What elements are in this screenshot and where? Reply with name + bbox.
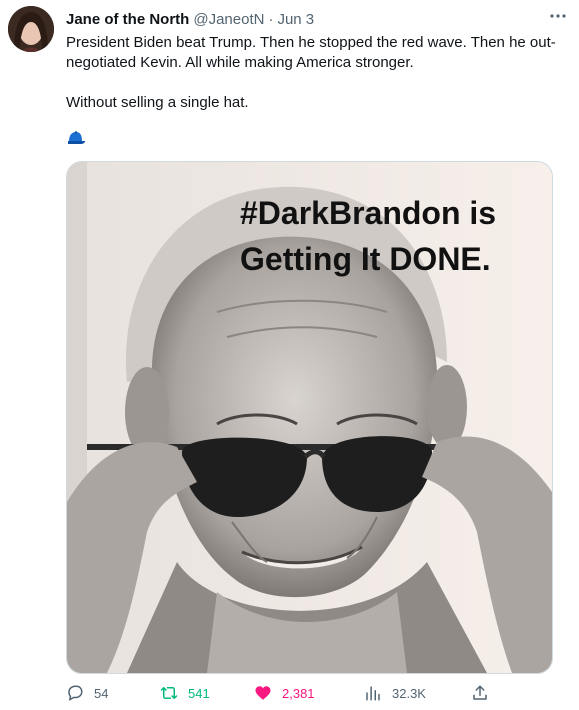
tweet-date[interactable]: Jun 3 [277,11,314,28]
tweet-action-bar: 54 541 2,381 32.3K [66,681,496,705]
views-button[interactable]: 32.3K [364,681,426,705]
like-button[interactable]: 2,381 [254,681,315,705]
reply-icon [66,684,84,702]
author-handle[interactable]: @JaneotN [193,11,264,28]
heart-icon [254,684,272,702]
tweet-text-line: President Biden beat Trump. Then he stop… [66,34,556,71]
views-count: 32.3K [392,685,426,701]
biden-photo: #DarkBrandon is Getting It DONE. [67,162,552,673]
tweet-header: Jane of the North @JaneotN · Jun 3 [66,9,561,29]
tweet-media-image[interactable]: #DarkBrandon is Getting It DONE. [66,161,553,674]
more-dots-icon [550,14,566,18]
media-caption-line1: #DarkBrandon is [240,195,496,231]
share-icon [471,684,489,702]
media-caption-line2: Getting It DONE. [240,241,491,277]
author-name[interactable]: Jane of the North [66,11,189,28]
retweet-button[interactable]: 541 [160,681,210,705]
like-count: 2,381 [282,685,315,701]
tweet-text: President Biden beat Trump. Then he stop… [66,33,566,113]
retweet-count: 541 [188,685,210,701]
retweet-icon [160,684,178,702]
analytics-icon [364,684,382,702]
blue-cap-icon [66,130,86,146]
more-options-button[interactable] [547,6,569,26]
reply-button[interactable]: 54 [66,681,108,705]
tweet-text-line: Without selling a single hat. [66,94,249,111]
separator: · [268,10,274,28]
avatar-image [8,6,54,52]
author-avatar[interactable] [8,6,54,52]
reply-count: 54 [94,685,109,701]
share-button[interactable] [471,681,499,705]
